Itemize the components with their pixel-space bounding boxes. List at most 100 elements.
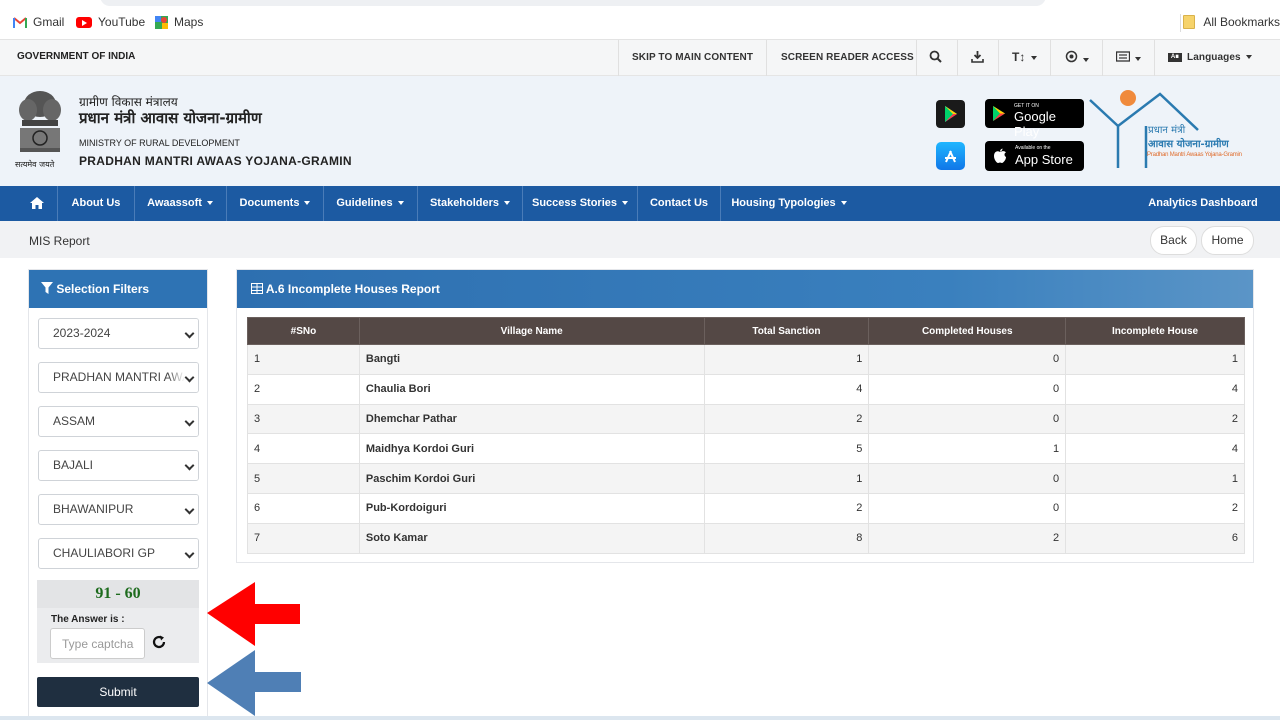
cell-total-sanction: 1	[703, 463, 870, 494]
table-row: 2 Chaulia Bori 4 0 4	[247, 373, 1245, 405]
cell-sno: 4	[247, 433, 360, 465]
chevron-down-icon	[304, 201, 311, 206]
gov-title: GOVERNMENT OF INDIA	[17, 51, 136, 62]
nav-contact-us[interactable]: Contact Us	[638, 186, 720, 221]
cell-completed: 0	[868, 492, 1067, 524]
apple-icon	[994, 148, 1006, 163]
text-size-dropdown[interactable]: T↕	[1012, 50, 1037, 64]
chevron-down-icon	[397, 201, 404, 206]
column-header[interactable]: #SNo	[247, 317, 360, 345]
chevron-down-icon	[1083, 57, 1089, 62]
selection-filters-panel: Selection Filters 2023-2024 PRADHAN MANT…	[28, 269, 208, 720]
nav-label: Guidelines	[336, 197, 393, 209]
nav-success-stories[interactable]: Success Stories	[523, 186, 637, 221]
report-table: #SNo Village Name Total Sanction Complet…	[247, 317, 1245, 554]
nav-stakeholders[interactable]: Stakeholders	[418, 186, 522, 221]
table-row: 7 Soto Kamar 8 2 6	[247, 522, 1245, 554]
filter-icon	[41, 282, 53, 296]
chevron-down-icon	[206, 201, 213, 206]
cell-sno: 6	[247, 492, 360, 524]
cell-total-sanction: 1	[703, 344, 870, 375]
all-bookmarks-button[interactable]: All Bookmarks	[1183, 15, 1280, 29]
cell-completed: 0	[868, 344, 1067, 375]
bookmark-gmail[interactable]: Gmail	[13, 15, 64, 29]
cell-incomplete: 4	[1065, 373, 1245, 405]
divider	[1180, 14, 1181, 32]
state-select[interactable]: ASSAM	[38, 406, 199, 437]
sitemap-dropdown[interactable]	[1115, 50, 1141, 65]
nav-housing-typologies[interactable]: Housing Typologies	[721, 186, 857, 221]
logo-line2: आवास योजना-ग्रामीण	[1148, 139, 1229, 150]
cell-total-sanction: 2	[703, 403, 870, 435]
cell-incomplete: 6	[1065, 522, 1245, 554]
search-icon[interactable]	[929, 50, 942, 66]
bookmark-label: Maps	[174, 15, 204, 29]
report-title: A.6 Incomplete Houses Report	[265, 282, 440, 296]
logo-line3: Pradhan Mantri Awaas Yojana-Gramin	[1147, 152, 1242, 158]
google-play-app-icon[interactable]	[936, 100, 965, 128]
cell-total-sanction: 5	[703, 433, 870, 465]
divider	[1050, 40, 1051, 76]
home-button[interactable]: Home	[1201, 226, 1254, 255]
nav-awaassoft[interactable]: Awaassoft	[135, 186, 225, 221]
scheme-select[interactable]: PRADHAN MANTRI AWAAS YOJANA	[38, 362, 199, 393]
nav-analytics-dashboard[interactable]: Analytics Dashboard	[1140, 186, 1266, 221]
contrast-dropdown[interactable]	[1065, 50, 1089, 66]
app-store-badge[interactable]: Available on the App Store	[985, 141, 1084, 171]
nav-guidelines[interactable]: Guidelines	[324, 186, 416, 221]
district-select[interactable]: BAJALI	[38, 450, 199, 481]
captcha-input[interactable]	[50, 628, 145, 659]
column-header[interactable]: Incomplete House	[1065, 317, 1245, 345]
divider	[1154, 40, 1155, 76]
skip-to-main-link[interactable]: SKIP TO MAIN CONTENT	[632, 52, 753, 63]
column-header[interactable]: Total Sanction	[703, 317, 870, 345]
app-store-sub: Available on the	[1015, 145, 1051, 151]
cell-completed: 0	[868, 403, 1067, 435]
browser-bookmarks-bar: Gmail YouTube Maps All Bookmarks	[0, 0, 1280, 40]
cell-completed: 0	[868, 463, 1067, 494]
address-bar[interactable]	[100, 0, 1046, 6]
captcha-box: 91 - 60 The Answer is :	[37, 580, 199, 663]
table-row: 1 Bangti 1 0 1	[247, 344, 1245, 375]
google-play-badge[interactable]: GET IT ON Google Play	[985, 99, 1084, 139]
submit-button[interactable]: Submit	[37, 677, 199, 707]
year-select[interactable]: 2023-2024	[38, 318, 199, 349]
nav-about-us[interactable]: About Us	[58, 186, 134, 221]
cell-sno: 7	[247, 522, 360, 554]
national-emblem-logo: सत्यमेव जयते	[12, 84, 68, 174]
back-button[interactable]: Back	[1150, 226, 1197, 255]
bookmark-label: Gmail	[33, 15, 65, 29]
cell-village: Soto Kamar	[358, 522, 705, 554]
languages-dropdown[interactable]: A∎ Languages	[1168, 52, 1252, 63]
red-arrow-annotation	[207, 582, 300, 646]
table-icon	[251, 282, 263, 296]
nav-label: Analytics Dashboard	[1148, 197, 1258, 209]
refresh-icon[interactable]	[151, 634, 167, 650]
all-bookmarks-label: All Bookmarks	[1203, 15, 1280, 29]
logo-line1: प्रधान मंत्री	[1148, 125, 1186, 136]
download-icon[interactable]	[971, 50, 984, 66]
home-icon	[30, 197, 44, 210]
blue-arrow-annotation	[207, 650, 301, 716]
column-header[interactable]: Village Name	[358, 317, 705, 345]
table-row: 6 Pub-Kordoiguri 2 0 2	[247, 492, 1245, 524]
cell-sno: 5	[247, 463, 360, 494]
panchayat-select[interactable]: CHAULIABORI GP	[38, 538, 199, 569]
contrast-icon	[1065, 50, 1078, 63]
report-header: A.6 Incomplete Houses Report	[237, 270, 1253, 308]
app-store-icon[interactable]	[936, 142, 965, 170]
cell-sno: 1	[247, 344, 360, 375]
bookmark-maps[interactable]: Maps	[155, 15, 203, 29]
nav-documents[interactable]: Documents	[227, 186, 323, 221]
block-select[interactable]: BHAWANIPUR	[38, 494, 199, 525]
bookmark-youtube[interactable]: YouTube	[76, 15, 145, 29]
nav-home[interactable]	[17, 186, 57, 221]
column-header[interactable]: Completed Houses	[868, 317, 1067, 345]
table-row: 3 Dhemchar Pathar 2 0 2	[247, 403, 1245, 435]
screen-reader-link[interactable]: SCREEN READER ACCESS	[781, 52, 914, 63]
table-row: 4 Maidhya Kordoi Guri 5 1 4	[247, 433, 1245, 465]
nav-label: Awaassoft	[147, 197, 202, 209]
cell-total-sanction: 4	[703, 373, 870, 405]
cell-village: Maidhya Kordoi Guri	[358, 433, 705, 465]
select-value: BAJALI	[53, 458, 94, 472]
